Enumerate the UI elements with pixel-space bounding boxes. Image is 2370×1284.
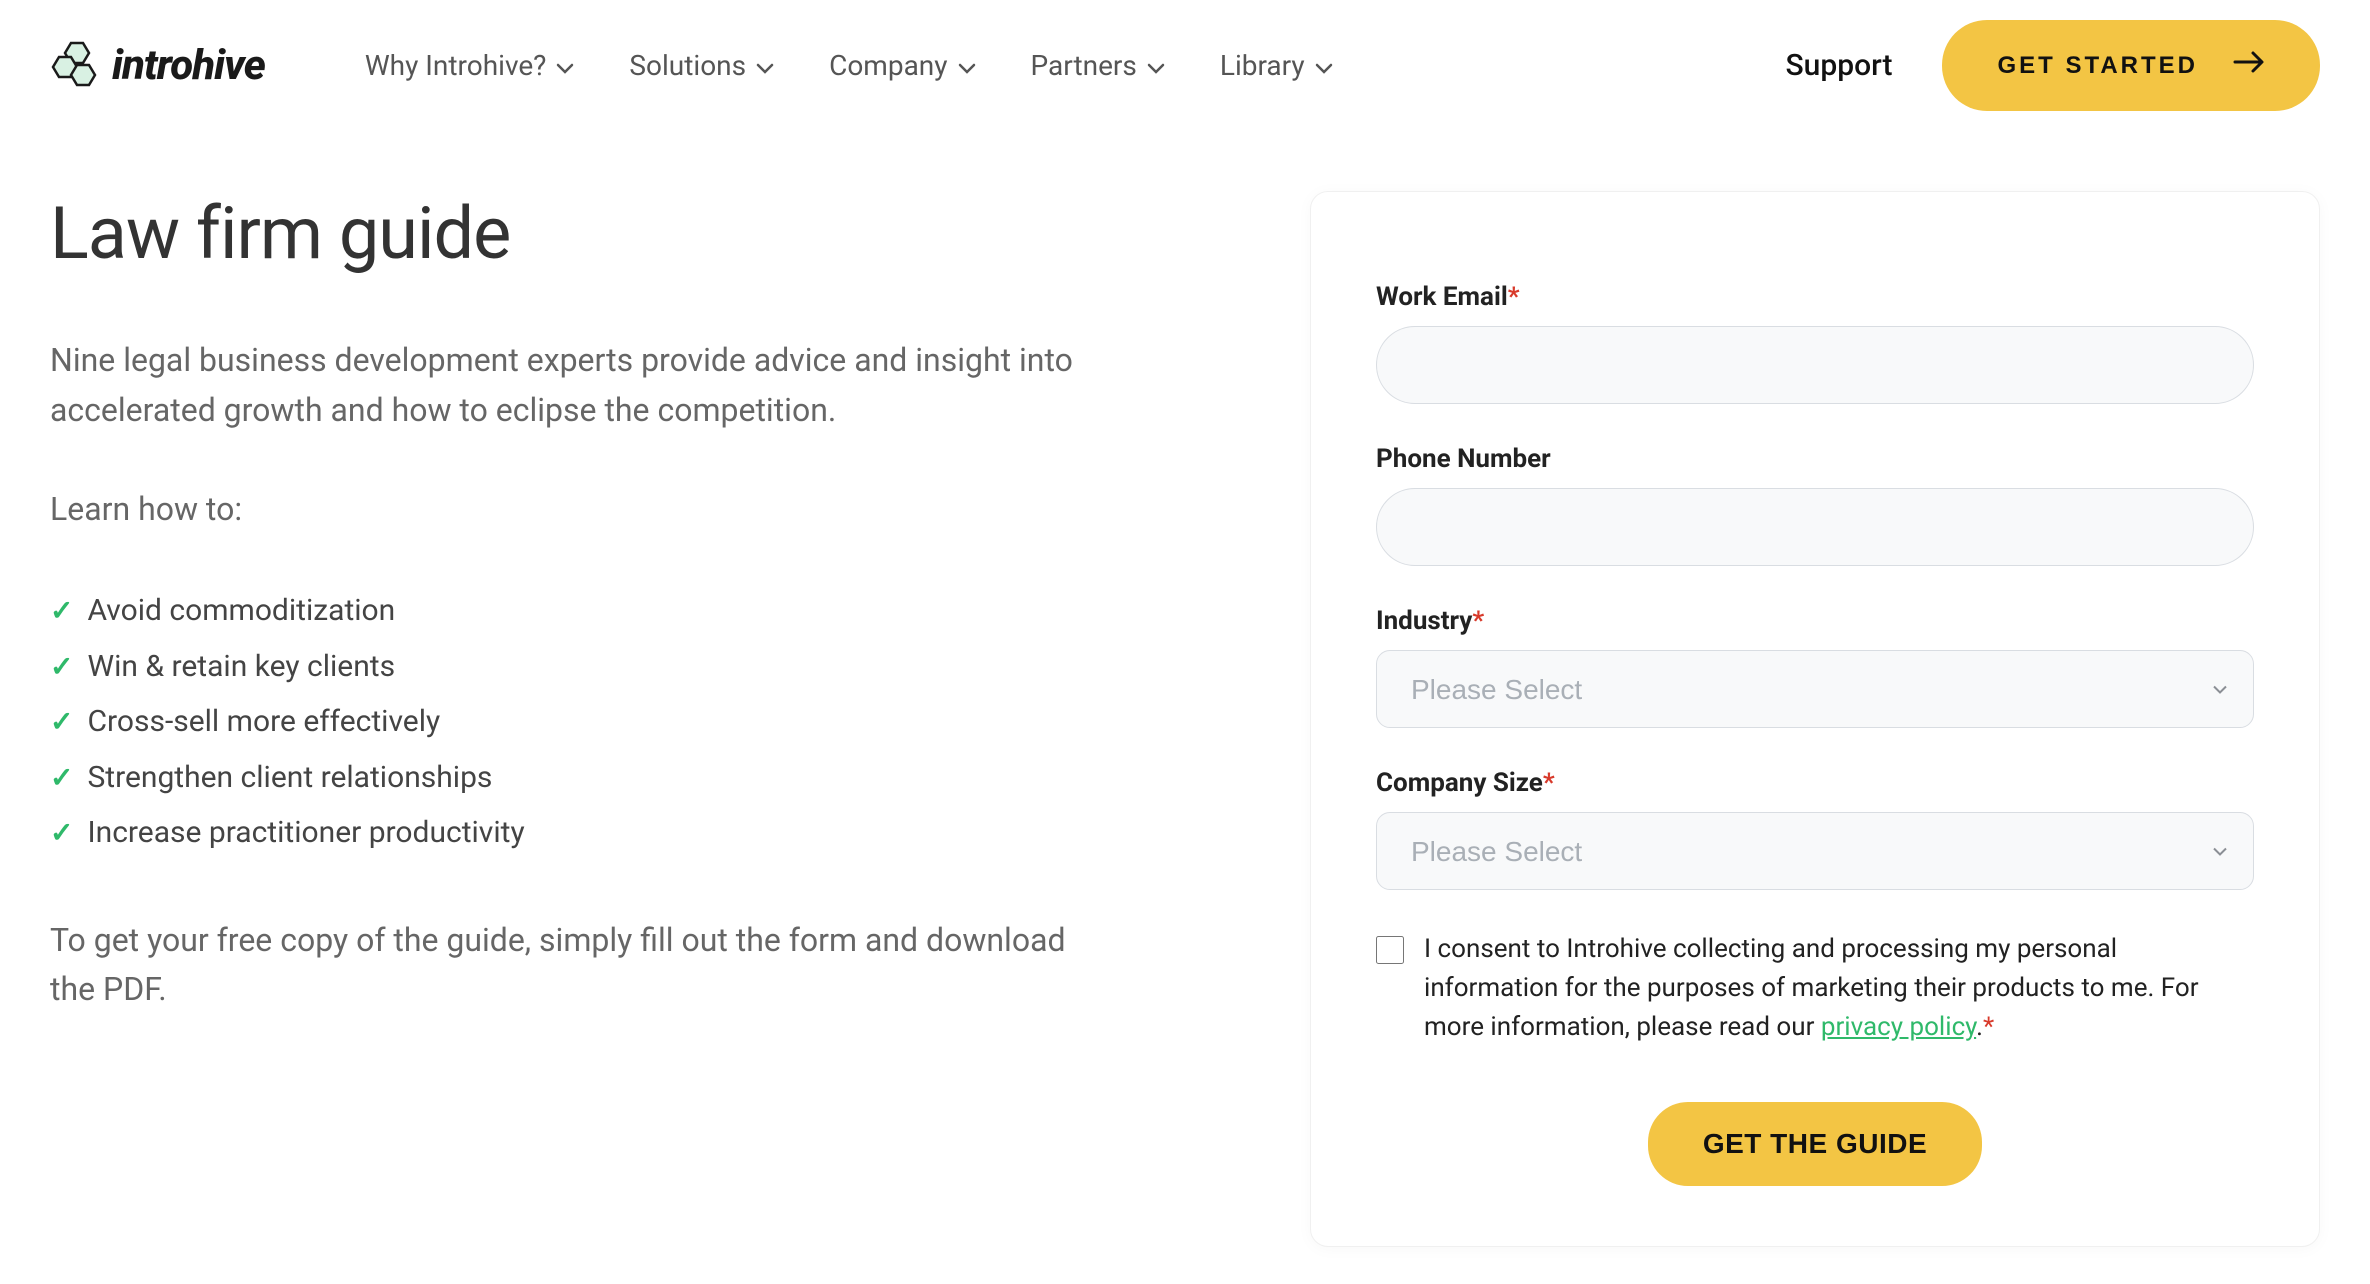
company-size-label: Company Size* xyxy=(1376,768,2254,798)
header-right: Support GET STARTED xyxy=(1786,20,2320,111)
lead-form: Work Email* Phone Number Industry* Pleas… xyxy=(1310,191,2320,1247)
check-icon: ✓ xyxy=(50,696,73,748)
check-icon: ✓ xyxy=(50,807,73,859)
email-input[interactable] xyxy=(1376,326,2254,404)
content-column: Law firm guide Nine legal business devel… xyxy=(50,191,1230,1247)
list-item-text: Win & retain key clients xyxy=(87,639,395,695)
consent-text: I consent to Introhive collecting and pr… xyxy=(1424,930,2254,1047)
nav-item-label: Library xyxy=(1220,49,1305,82)
industry-select[interactable]: Please Select xyxy=(1376,650,2254,728)
support-link[interactable]: Support xyxy=(1786,48,1893,83)
page-title: Law firm guide xyxy=(50,191,1230,276)
consent-text-part: . xyxy=(1976,1012,1983,1042)
list-item: ✓ Win & retain key clients xyxy=(50,639,1230,695)
main-content: Law firm guide Nine legal business devel… xyxy=(0,131,2370,1247)
list-item-text: Increase practitioner productivity xyxy=(87,805,524,861)
submit-button[interactable]: GET THE GUIDE xyxy=(1648,1102,1982,1186)
consent-row: I consent to Introhive collecting and pr… xyxy=(1376,930,2254,1047)
chevron-down-icon xyxy=(1147,49,1165,82)
required-indicator: * xyxy=(1983,1012,1994,1042)
site-header: introhive Why Introhive? Solutions Compa… xyxy=(0,0,2370,131)
logo[interactable]: introhive xyxy=(50,39,265,93)
required-indicator: * xyxy=(1508,282,1520,312)
required-indicator: * xyxy=(1472,606,1484,636)
field-industry: Industry* Please Select xyxy=(1376,606,2254,728)
list-item-text: Avoid commoditization xyxy=(87,583,395,639)
list-item: ✓ Strengthen client relationships xyxy=(50,750,1230,806)
consent-checkbox[interactable] xyxy=(1376,936,1404,964)
nav-partners[interactable]: Partners xyxy=(1031,49,1165,82)
nav-item-label: Why Introhive? xyxy=(365,49,547,82)
nav-why-introhive[interactable]: Why Introhive? xyxy=(365,49,575,82)
benefits-list: ✓ Avoid commoditization ✓ Win & retain k… xyxy=(50,583,1230,861)
logo-icon xyxy=(50,39,104,93)
label-text: Company Size xyxy=(1376,768,1543,798)
list-item: ✓ Avoid commoditization xyxy=(50,583,1230,639)
intro-paragraph: Nine legal business development experts … xyxy=(50,336,1150,435)
chevron-down-icon xyxy=(756,49,774,82)
field-phone: Phone Number xyxy=(1376,444,2254,566)
check-icon: ✓ xyxy=(50,641,73,693)
learn-label: Learn how to: xyxy=(50,490,1230,528)
nav-company[interactable]: Company xyxy=(829,49,975,82)
industry-label: Industry* xyxy=(1376,606,2254,636)
chevron-down-icon xyxy=(1315,49,1333,82)
get-started-button[interactable]: GET STARTED xyxy=(1942,20,2320,111)
logo-text: introhive xyxy=(112,41,265,90)
privacy-policy-link[interactable]: privacy policy xyxy=(1821,1012,1976,1042)
phone-input[interactable] xyxy=(1376,488,2254,566)
label-text: Work Email xyxy=(1376,282,1508,312)
cta-label: GET STARTED xyxy=(1997,52,2198,80)
chevron-down-icon xyxy=(958,49,976,82)
check-icon: ✓ xyxy=(50,585,73,637)
required-indicator: * xyxy=(1543,768,1555,798)
list-item-text: Strengthen client relationships xyxy=(87,750,492,806)
chevron-down-icon xyxy=(556,49,574,82)
primary-nav: Why Introhive? Solutions Company Partner… xyxy=(365,49,1333,82)
consent-text-part: I consent to Introhive collecting and pr… xyxy=(1424,934,2199,1042)
label-text: Phone Number xyxy=(1376,444,1551,474)
field-work-email: Work Email* xyxy=(1376,282,2254,404)
list-item-text: Cross-sell more effectively xyxy=(87,694,440,750)
nav-item-label: Solutions xyxy=(629,49,746,82)
label-text: Industry xyxy=(1376,606,1472,636)
nav-item-label: Company xyxy=(829,49,947,82)
field-company-size: Company Size* Please Select xyxy=(1376,768,2254,890)
nav-solutions[interactable]: Solutions xyxy=(629,49,774,82)
phone-label: Phone Number xyxy=(1376,444,2254,474)
nav-library[interactable]: Library xyxy=(1220,49,1333,82)
list-item: ✓ Cross-sell more effectively xyxy=(50,694,1230,750)
nav-item-label: Partners xyxy=(1031,49,1137,82)
list-item: ✓ Increase practitioner productivity xyxy=(50,805,1230,861)
arrow-right-icon xyxy=(2233,50,2265,81)
check-icon: ✓ xyxy=(50,752,73,804)
company-size-select[interactable]: Please Select xyxy=(1376,812,2254,890)
email-label: Work Email* xyxy=(1376,282,2254,312)
closing-paragraph: To get your free copy of the guide, simp… xyxy=(50,916,1100,1015)
